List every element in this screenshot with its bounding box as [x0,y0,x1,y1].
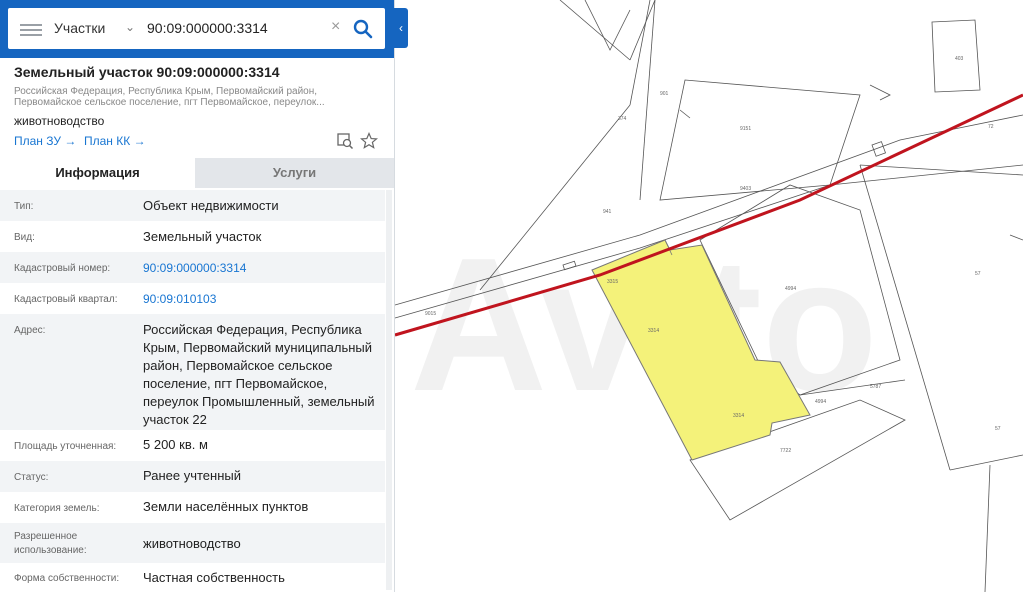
field-row: Статус: Ранее учтенный [0,461,385,492]
field-label: Адрес: [14,325,46,336]
plan-zu-label: План ЗУ [14,134,61,148]
svg-text:5787: 5787 [870,384,881,390]
svg-text:3315: 3315 [607,279,618,285]
search-type-select[interactable]: Участки [54,20,105,36]
svg-text:3314: 3314 [648,328,659,334]
search-bar: Участки ⌄ × [0,0,394,58]
star-icon[interactable] [360,132,378,150]
plan-kk-link[interactable]: План КК → [84,134,146,148]
svg-text:72: 72 [988,124,994,130]
field-row: Форма собственности: Частная собственнос… [0,563,385,592]
svg-text:9151: 9151 [740,126,751,132]
close-icon[interactable]: × [331,18,340,36]
field-row: Адрес: Российская Федерация, Республика … [0,314,385,430]
tab-information[interactable]: Информация [0,158,195,188]
field-row: Кадастровый квартал: 90:09:010103 [0,283,385,314]
field-value: животноводство [143,536,241,551]
svg-text:57: 57 [975,271,981,277]
search-box: Участки ⌄ × [8,8,385,49]
field-value: Объект недвижимости [143,198,279,213]
usage-summary: животноводство [14,114,105,128]
plan-kk-label: План КК [84,134,131,148]
chevron-down-icon[interactable]: ⌄ [125,20,135,34]
field-label: Статус: [14,472,49,483]
field-label: Вид: [14,232,35,243]
svg-text:4994: 4994 [785,286,796,292]
field-row: Площадь уточненная: 5 200 кв. м [0,430,385,461]
search-icon[interactable] [352,18,374,40]
field-value: Частная собственность [143,570,285,585]
field-value: Земли населённых пунктов [143,499,309,514]
chevron-left-icon: ‹ [399,21,403,35]
field-label: Тип: [14,201,34,212]
cadastral-quarter-link[interactable]: 90:09:010103 [143,290,378,308]
svg-text:403: 403 [955,56,964,62]
field-row: Категория земель: Земли населённых пункт… [0,492,385,523]
svg-text:9403: 9403 [740,186,751,192]
field-value: Ранее учтенный [143,468,241,483]
address-summary: Российская Федерация, Республика Крым, П… [14,86,325,108]
page-title: Земельный участок 90:09:000000:3314 [14,64,280,80]
svg-text:7722: 7722 [780,448,791,454]
svg-text:941: 941 [603,209,612,215]
arrow-right-icon: → [133,134,146,148]
field-label: Категория земель: [14,503,100,514]
field-label: Площадь уточненная: [14,441,117,452]
arrow-right-icon: → [64,134,77,148]
field-value: 5 200 кв. м [143,437,208,452]
collapse-panel-button[interactable]: ‹ [394,8,408,48]
zoom-to-parcel-icon[interactable] [336,132,354,150]
info-panel: Участки ⌄ × Земельный участок 90:09:0000… [0,0,395,592]
svg-text:901: 901 [660,91,669,97]
svg-text:374: 374 [618,116,627,122]
field-value: Российская Федерация, Республика Крым, П… [143,322,375,427]
svg-text:9015: 9015 [425,311,436,317]
field-row: Кадастровый номер: 90:09:000000:3314 [0,252,385,283]
field-label: Кадастровый квартал: [14,294,118,305]
tab-services[interactable]: Услуги [195,158,394,188]
menu-icon[interactable] [20,21,42,37]
field-row: Разрешенное использование: животноводств… [0,523,385,563]
field-row: Тип: Объект недвижимости [0,190,385,221]
svg-text:57: 57 [995,426,1001,432]
field-value: Земельный участок [143,229,262,244]
cadastral-number-link[interactable]: 90:09:000000:3314 [143,259,378,277]
svg-text:3314: 3314 [733,413,744,419]
field-label: Форма собственности: [14,573,120,584]
svg-text:4994: 4994 [815,399,826,405]
field-label: Разрешенное использование: [14,531,87,556]
field-row: Вид: Земельный участок [0,221,385,252]
field-label: Кадастровый номер: [14,263,111,274]
scrollbar[interactable] [386,190,392,590]
plan-zu-link[interactable]: План ЗУ → [14,134,76,148]
search-input[interactable] [147,12,327,44]
tab-bar: Информация Услуги [0,158,394,188]
